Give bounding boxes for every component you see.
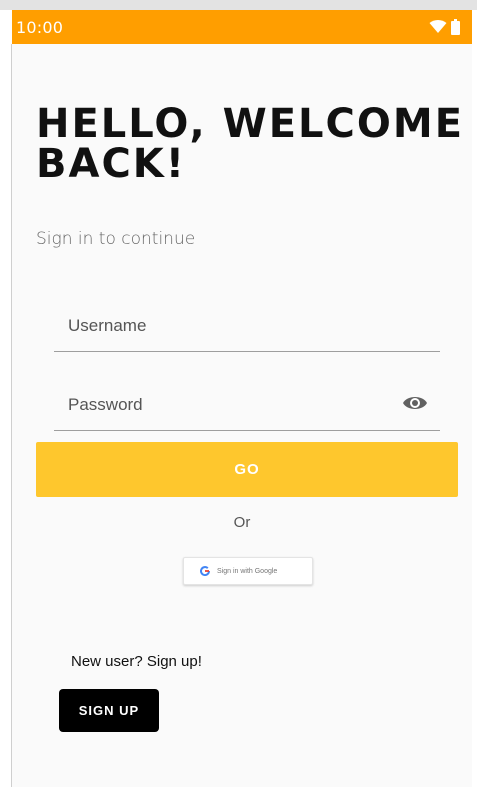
page-subtitle: Sign in to continue <box>36 229 196 249</box>
battery-icon <box>451 19 460 35</box>
username-input[interactable] <box>54 294 440 352</box>
status-bar: 10:00 <box>12 10 472 44</box>
top-bezel <box>0 0 477 10</box>
password-input[interactable] <box>54 373 440 431</box>
wifi-icon <box>429 20 447 33</box>
username-field-container <box>54 294 440 354</box>
status-icons <box>429 19 460 35</box>
google-sign-in-label: Sign in with Google <box>217 567 278 575</box>
status-time: 10:00 <box>16 17 64 37</box>
google-sign-in-button[interactable]: Sign in with Google <box>183 557 313 585</box>
eye-icon[interactable] <box>402 393 428 413</box>
password-field-container <box>54 373 440 433</box>
sign-up-button[interactable]: SIGN UP <box>59 689 159 732</box>
google-g-icon <box>200 566 210 576</box>
new-user-prompt: New user? Sign up! <box>71 653 202 670</box>
page-title: HELLO, WELCOME BACK! <box>36 101 465 187</box>
login-screen: HELLO, WELCOME BACK! Sign in to continue… <box>12 44 472 787</box>
or-divider-label: Or <box>233 514 251 531</box>
go-button[interactable]: GO <box>36 442 458 497</box>
